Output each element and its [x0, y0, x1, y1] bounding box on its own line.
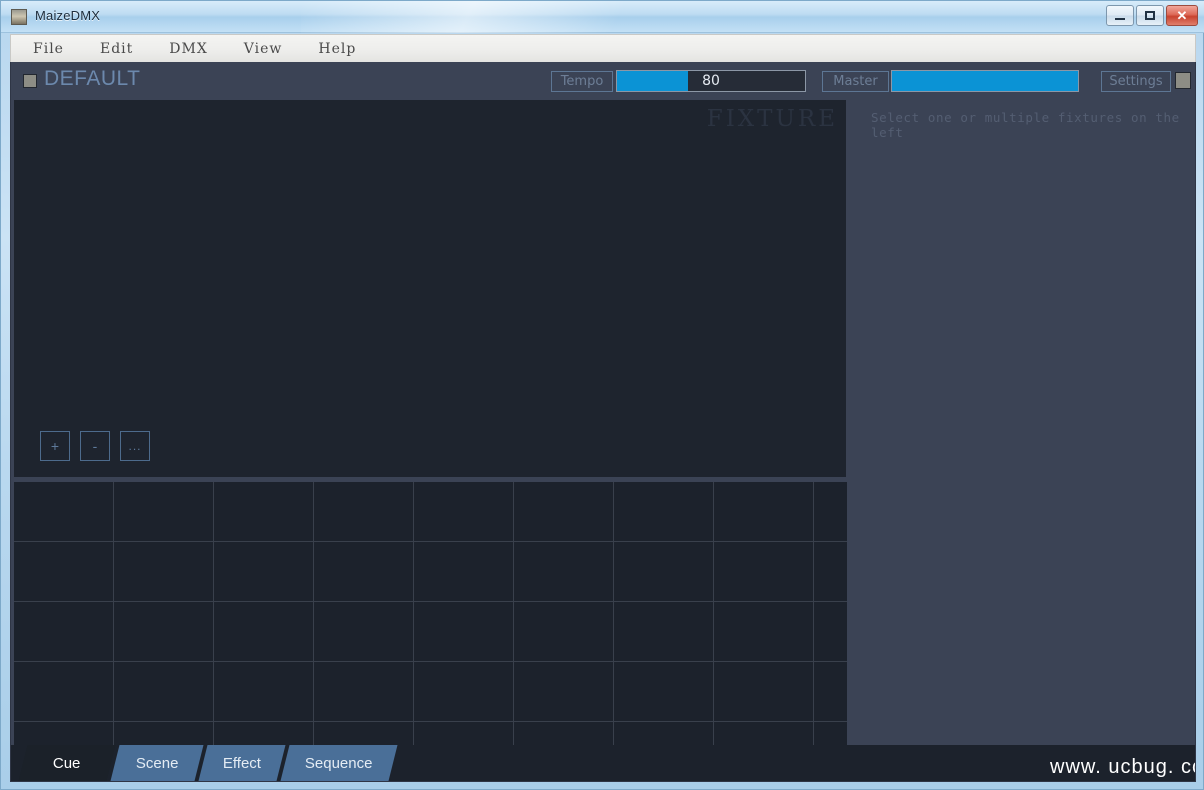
- tempo-value: 80: [617, 71, 805, 91]
- cue-cell[interactable]: [314, 542, 414, 602]
- cue-cell[interactable]: [614, 482, 714, 542]
- cue-cell[interactable]: [614, 662, 714, 722]
- tempo-slider[interactable]: 80: [616, 70, 806, 92]
- tab-cue-label: Cue: [53, 755, 81, 772]
- remove-fixture-button[interactable]: -: [80, 431, 110, 461]
- app-body: DEFAULT Tempo 80 Master Settings FIXTURE…: [10, 62, 1196, 782]
- cue-cell[interactable]: [214, 602, 314, 662]
- add-fixture-button[interactable]: +: [40, 431, 70, 461]
- tab-cue[interactable]: Cue: [19, 745, 116, 781]
- cue-cell[interactable]: [514, 482, 614, 542]
- cue-cell[interactable]: [314, 602, 414, 662]
- cue-cell[interactable]: [514, 662, 614, 722]
- cue-cell[interactable]: [714, 602, 814, 662]
- tab-sequence-label: Sequence: [305, 755, 373, 772]
- window-title: MaizeDMX: [35, 8, 100, 23]
- tab-effect-label: Effect: [223, 755, 261, 772]
- bottom-tab-bar: Cue Scene Effect Sequence www. ucbug. cc: [11, 745, 1196, 781]
- cue-cell[interactable]: [414, 482, 514, 542]
- cue-cell[interactable]: [714, 662, 814, 722]
- menu-item-edit[interactable]: Edit: [86, 39, 147, 59]
- close-button[interactable]: ✕: [1166, 5, 1198, 26]
- application-window: MaizeDMX ✕ File Edit DMX View Help DEFAU…: [0, 0, 1204, 790]
- fixture-info-panel: Select one or multiple fixtures on the l…: [847, 100, 1196, 746]
- tab-sequence[interactable]: Sequence: [281, 745, 398, 781]
- more-fixture-button[interactable]: ...: [120, 431, 150, 461]
- menu-item-view[interactable]: View: [230, 39, 297, 59]
- cue-cell[interactable]: [414, 662, 514, 722]
- maximize-icon: [1145, 11, 1155, 20]
- app-icon: [11, 9, 27, 25]
- cue-cell[interactable]: [414, 602, 514, 662]
- settings-button[interactable]: Settings: [1101, 71, 1171, 92]
- cue-cell[interactable]: [114, 482, 214, 542]
- top-toolbar: DEFAULT Tempo 80 Master Settings: [11, 62, 1196, 100]
- cue-cell[interactable]: [714, 542, 814, 602]
- tab-effect[interactable]: Effect: [199, 745, 286, 781]
- menu-item-help[interactable]: Help: [304, 39, 370, 59]
- tab-scene[interactable]: Scene: [111, 745, 204, 781]
- maximize-button[interactable]: [1136, 5, 1164, 26]
- master-slider[interactable]: [891, 70, 1079, 92]
- default-label: DEFAULT: [44, 67, 140, 91]
- cue-cell[interactable]: [14, 542, 114, 602]
- close-icon: ✕: [1177, 8, 1188, 24]
- cue-cell[interactable]: [314, 482, 414, 542]
- menu-bar: File Edit DMX View Help: [10, 34, 1196, 62]
- menu-item-file[interactable]: File: [19, 39, 78, 59]
- fixture-hint-text: Select one or multiple fixtures on the l…: [871, 110, 1196, 140]
- fixture-watermark-label: FIXTURE: [707, 106, 838, 132]
- cue-cell[interactable]: [214, 662, 314, 722]
- site-watermark: www. ucbug. cc: [1050, 756, 1196, 779]
- tempo-button[interactable]: Tempo: [551, 71, 613, 92]
- master-value: [892, 71, 1078, 91]
- cue-cell[interactable]: [614, 542, 714, 602]
- fixture-panel[interactable]: FIXTURE + - ...: [14, 100, 846, 477]
- tab-scene-label: Scene: [136, 755, 179, 772]
- settings-checkbox[interactable]: [1175, 72, 1191, 89]
- minimize-button[interactable]: [1106, 5, 1134, 26]
- default-checkbox[interactable]: [23, 74, 37, 88]
- cue-cell[interactable]: [414, 542, 514, 602]
- cue-cell[interactable]: [514, 542, 614, 602]
- cue-cell[interactable]: [214, 482, 314, 542]
- cue-cell[interactable]: [114, 602, 214, 662]
- minimize-icon: [1115, 18, 1125, 20]
- master-button[interactable]: Master: [822, 71, 889, 92]
- cue-cell[interactable]: [314, 662, 414, 722]
- title-bar: MaizeDMX ✕: [1, 1, 1204, 33]
- cue-cell[interactable]: [514, 602, 614, 662]
- cue-cell[interactable]: [14, 482, 114, 542]
- menu-item-dmx[interactable]: DMX: [155, 39, 222, 59]
- cue-grid[interactable]: [14, 482, 846, 746]
- cue-cell[interactable]: [114, 542, 214, 602]
- cue-cell[interactable]: [14, 662, 114, 722]
- cue-cell[interactable]: [14, 602, 114, 662]
- cue-cell[interactable]: [614, 602, 714, 662]
- cue-cell[interactable]: [114, 662, 214, 722]
- cue-cell[interactable]: [714, 482, 814, 542]
- cue-cell[interactable]: [214, 542, 314, 602]
